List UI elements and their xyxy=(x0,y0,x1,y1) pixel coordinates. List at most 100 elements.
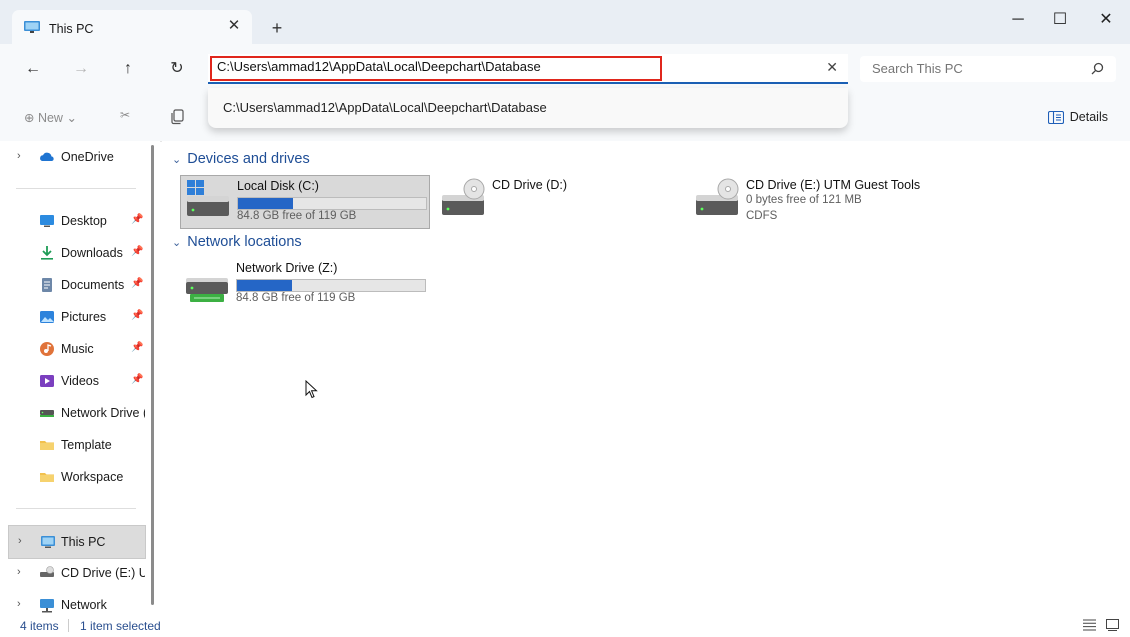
tab-this-pc[interactable]: This PC ✕ xyxy=(12,10,252,44)
address-suggestions-dropdown: C:\Users\ammad12\AppData\Local\Deepchart… xyxy=(208,88,848,128)
tab-title: This PC xyxy=(49,22,94,36)
sidebar-item-cd-drive-e[interactable]: › CD Drive (E:) UTM Guest Tools xyxy=(0,557,148,589)
drive-free-space: 84.8 GB free of 119 GB xyxy=(236,292,356,304)
local-disk-icon xyxy=(187,180,229,216)
file-explorer-window: This PC ✕ + ─ ☐ ✕ ← → ↑ ↻ ✕ ⊕ New ⌄ ✂ xyxy=(0,0,1130,637)
cd-drive-icon xyxy=(696,178,739,215)
details-label: Details xyxy=(1069,110,1108,124)
desktop-icon xyxy=(40,215,54,227)
group-header-devices[interactable]: ⌄ Devices and drives xyxy=(172,151,310,167)
pin-icon[interactable]: 📌 xyxy=(131,374,143,385)
sidebar-item-this-pc[interactable]: › This PC xyxy=(8,525,146,559)
drive-name: CD Drive (D:) xyxy=(492,178,567,192)
sidebar-item-pictures[interactable]: Pictures 📌 xyxy=(0,301,148,333)
sidebar-item-onedrive[interactable]: › OneDrive xyxy=(0,141,148,173)
group-title: Network locations xyxy=(187,234,302,250)
new-tab-button[interactable]: + xyxy=(266,17,288,39)
address-suggestion-item[interactable]: C:\Users\ammad12\AppData\Local\Deepchart… xyxy=(223,100,547,115)
this-pc-icon xyxy=(41,536,55,548)
capacity-bar-fill xyxy=(238,198,293,209)
drive-name: CD Drive (E:) UTM Guest Tools xyxy=(746,178,921,192)
drive-network-z[interactable]: Network Drive (Z:) 84.8 GB free of 119 G… xyxy=(180,258,428,310)
cut-icon[interactable]: ✂ xyxy=(120,108,138,126)
pin-icon[interactable]: 📌 xyxy=(131,214,143,225)
search-icon[interactable] xyxy=(1091,62,1104,75)
address-input[interactable] xyxy=(217,59,647,74)
sidebar-item-template[interactable]: Template xyxy=(0,429,148,461)
expand-chevron-icon[interactable]: › xyxy=(18,535,22,547)
maximize-button[interactable]: ☐ xyxy=(1045,8,1075,32)
sidebar-item-label: OneDrive xyxy=(61,150,114,164)
network-drive-icon xyxy=(186,278,228,302)
up-icon[interactable]: ↑ xyxy=(116,57,140,81)
capacity-bar-fill xyxy=(237,280,292,291)
sidebar-item-downloads[interactable]: Downloads 📌 xyxy=(0,237,148,269)
new-button[interactable]: ⊕ New ⌄ xyxy=(24,110,77,125)
tab-close-icon[interactable]: ✕ xyxy=(224,16,244,36)
minimize-button[interactable]: ─ xyxy=(1003,8,1033,32)
status-bar: 4 items 1 item selected xyxy=(0,615,1130,637)
drive-free-space: 0 bytes free of 121 MB xyxy=(746,194,862,206)
forward-icon[interactable]: → xyxy=(69,57,93,81)
sidebar-item-music[interactable]: Music 📌 xyxy=(0,333,148,365)
sidebar-divider xyxy=(16,508,136,509)
refresh-icon[interactable]: ↻ xyxy=(165,57,189,81)
pictures-icon xyxy=(40,311,54,323)
drive-name: Network Drive (Z:) xyxy=(236,261,338,275)
navigation-bar: ← → ↑ ↻ ✕ xyxy=(0,44,1130,94)
search-input[interactable] xyxy=(872,61,1072,76)
sidebar-item-documents[interactable]: Documents 📌 xyxy=(0,269,148,301)
capacity-bar xyxy=(236,279,426,292)
music-icon xyxy=(40,342,54,356)
expand-chevron-icon[interactable]: › xyxy=(17,150,21,162)
details-view-icon[interactable] xyxy=(1083,619,1096,631)
pin-icon[interactable]: 📌 xyxy=(131,246,143,257)
drive-file-system: CDFS xyxy=(746,210,778,222)
expand-chevron-icon[interactable]: › xyxy=(17,598,21,610)
back-icon[interactable]: ← xyxy=(21,57,45,81)
network-drive-icon xyxy=(40,410,54,417)
mouse-cursor-icon xyxy=(305,380,318,399)
drive-local-disk-c[interactable]: Local Disk (C:) 84.8 GB free of 119 GB xyxy=(180,175,430,229)
title-bar: This PC ✕ + ─ ☐ ✕ xyxy=(0,0,1130,44)
cd-drive-icon xyxy=(40,566,54,577)
sidebar-item-label: Network xyxy=(61,598,107,612)
drive-name: Local Disk (C:) xyxy=(237,179,319,193)
cd-drive-icon xyxy=(442,178,485,215)
this-pc-icon xyxy=(24,21,40,33)
sidebar-item-label: This PC xyxy=(61,535,106,549)
sidebar-item-label: Network Drive (Z:) xyxy=(61,406,145,420)
copy-icon[interactable] xyxy=(169,108,187,126)
sidebar-item-desktop[interactable]: Desktop 📌 xyxy=(0,205,148,237)
pin-icon[interactable]: 📌 xyxy=(131,310,143,321)
pin-icon[interactable]: 📌 xyxy=(131,342,143,353)
details-button[interactable]: Details xyxy=(1047,110,1108,125)
downloads-icon xyxy=(41,246,53,260)
expand-chevron-icon[interactable]: › xyxy=(17,566,21,578)
close-button[interactable]: ✕ xyxy=(1091,8,1121,32)
drive-cd-e[interactable]: CD Drive (E:) UTM Guest Tools 0 bytes fr… xyxy=(690,175,950,229)
pin-icon[interactable]: 📌 xyxy=(131,278,143,289)
sidebar-item-workspace[interactable]: Workspace xyxy=(0,461,148,493)
clear-address-icon[interactable]: ✕ xyxy=(826,59,838,76)
sidebar-item-network-drive[interactable]: Network Drive (Z:) xyxy=(0,397,148,429)
collapse-chevron-icon[interactable]: ⌄ xyxy=(172,237,181,249)
capacity-bar xyxy=(237,197,427,210)
folder-icon xyxy=(40,473,54,482)
group-header-network[interactable]: ⌄ Network locations xyxy=(172,234,302,250)
sidebar-scrollbar[interactable] xyxy=(151,145,154,605)
collapse-chevron-icon[interactable]: ⌄ xyxy=(172,154,181,166)
sidebar-item-label: CD Drive (E:) UTM Guest Tools xyxy=(61,566,145,580)
sidebar-item-label: Workspace xyxy=(61,470,124,484)
drive-cd-d[interactable]: CD Drive (D:) xyxy=(436,175,656,227)
address-bar[interactable]: ✕ xyxy=(208,54,848,84)
search-box[interactable] xyxy=(860,56,1116,82)
folder-icon xyxy=(40,441,54,450)
sidebar-item-videos[interactable]: Videos 📌 xyxy=(0,365,148,397)
group-title: Devices and drives xyxy=(187,151,310,167)
details-pane-icon xyxy=(1047,110,1064,125)
large-icons-view-icon[interactable] xyxy=(1106,619,1119,631)
navigation-pane: › OneDrive Desktop 📌 Downloads 📌 Documen… xyxy=(0,141,160,615)
videos-icon xyxy=(40,375,54,387)
onedrive-icon xyxy=(40,152,54,161)
